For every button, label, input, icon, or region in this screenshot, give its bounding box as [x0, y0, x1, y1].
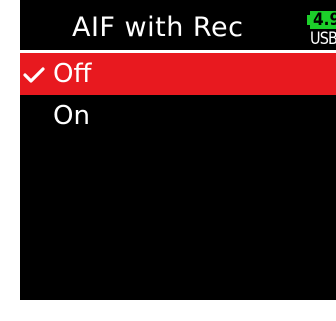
page-title: AIF with Rec [72, 12, 244, 43]
menu-item-label: On [53, 101, 90, 131]
power-source-label: USB [310, 29, 336, 49]
menu-item-label: Off [53, 59, 92, 89]
battery-level: 4.9 [310, 11, 336, 29]
menu-item-on[interactable]: On [20, 95, 336, 137]
battery-indicator: 4.9 USB [307, 11, 336, 49]
checkmark-icon [21, 53, 51, 95]
device-screen: AIF with Rec 4.9 USB Off On [20, 0, 336, 300]
menu-item-off[interactable]: Off [20, 53, 336, 95]
